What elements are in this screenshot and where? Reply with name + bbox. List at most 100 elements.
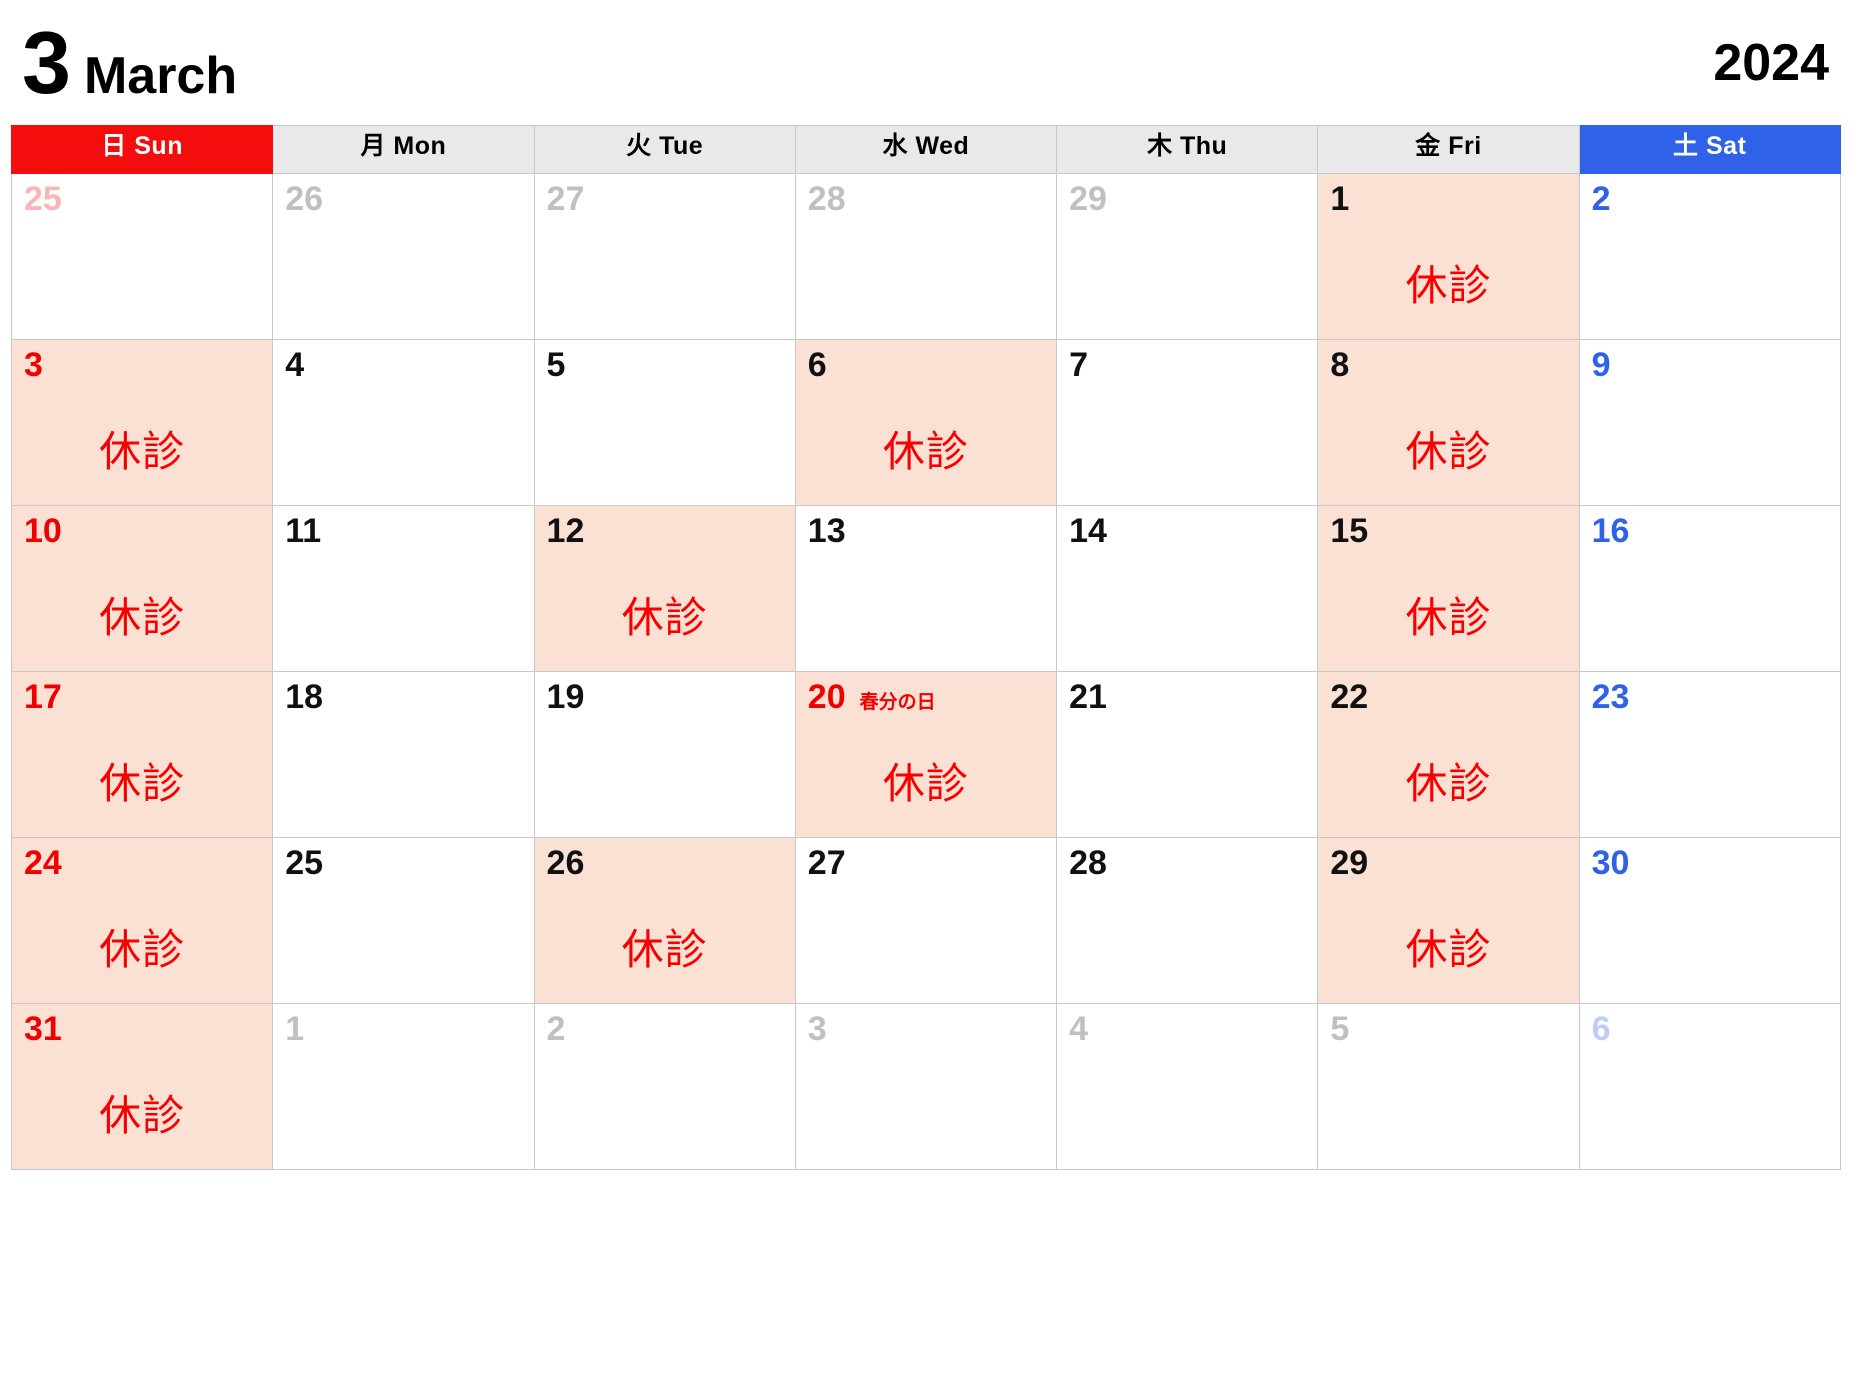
calendar-head: 日 Sun 月 Mon 火 Tue 水 Wed 木 Thu 金 Fri 土 Sat — [10, 125, 1841, 174]
calendar-day-cell[interactable]: 5 — [533, 339, 796, 506]
day-number-row: 10 — [12, 506, 272, 550]
calendar-day-cell[interactable]: 4 — [1056, 1003, 1319, 1170]
closed-mark: 休診 — [1405, 759, 1492, 808]
calendar-day-cell[interactable]: 21 — [1056, 671, 1319, 838]
day-number-row: 13 — [796, 506, 1056, 550]
day-number: 5 — [1330, 1010, 1350, 1048]
calendar-day-cell[interactable]: 28 — [794, 173, 1058, 340]
calendar-day-cell[interactable]: 5 — [1317, 1003, 1580, 1170]
calendar-day-cell[interactable]: 11 — [272, 505, 535, 672]
weekday-header-wed: 水 Wed — [794, 125, 1058, 174]
calendar-day-cell[interactable]: 8 休診 — [1317, 339, 1580, 506]
day-number-row: 28 — [796, 174, 1056, 218]
closed-mark: 休診 — [621, 593, 708, 642]
day-number-row: 21 — [1057, 672, 1317, 716]
day-number-row: 19 — [535, 672, 795, 716]
calendar-day-cell[interactable]: 6 — [1578, 1003, 1841, 1170]
day-number: 6 — [807, 346, 827, 384]
calendar-day-cell[interactable]: 10 休診 — [10, 505, 274, 672]
calendar-week-row: 10 休診 11 12 休診 13 14 15 休診 16 — [10, 505, 1841, 672]
calendar-day-cell[interactable]: 23 — [1578, 671, 1841, 838]
calendar-day-cell[interactable]: 13 — [794, 505, 1058, 672]
day-number-row: 30 — [1580, 838, 1840, 882]
calendar-day-cell[interactable]: 19 — [533, 671, 796, 838]
day-number-row: 5 — [1318, 1004, 1578, 1048]
closed-mark: 休診 — [1405, 427, 1492, 476]
calendar-day-cell[interactable]: 20 春分の日 休診 — [794, 671, 1058, 838]
calendar-day-cell[interactable]: 16 — [1578, 505, 1841, 672]
closed-mark: 休診 — [99, 925, 186, 974]
day-number: 30 — [1591, 844, 1630, 882]
weekday-header-fri: 金 Fri — [1317, 125, 1580, 174]
day-number-row: 24 — [12, 838, 272, 882]
calendar-day-cell[interactable]: 3 休診 — [10, 339, 274, 506]
calendar-day-cell[interactable]: 30 — [1578, 837, 1841, 1004]
day-number-row: 16 — [1580, 506, 1840, 550]
calendar-day-cell[interactable]: 17 休診 — [10, 671, 274, 838]
calendar-day-cell[interactable]: 15 休診 — [1317, 505, 1580, 672]
day-number-row: 7 — [1057, 340, 1317, 384]
day-number-row: 23 — [1580, 672, 1840, 716]
closed-mark: 休診 — [1405, 261, 1492, 310]
calendar-day-cell[interactable]: 29 休診 — [1317, 837, 1580, 1004]
calendar-day-cell[interactable]: 28 — [1056, 837, 1319, 1004]
day-number: 27 — [807, 844, 846, 882]
weekday-header-row: 日 Sun 月 Mon 火 Tue 水 Wed 木 Thu 金 Fri 土 Sat — [10, 125, 1841, 174]
calendar-day-cell[interactable]: 1 休診 — [1317, 173, 1580, 340]
day-number-row: 22 — [1318, 672, 1578, 716]
calendar-day-cell[interactable]: 9 — [1578, 339, 1841, 506]
day-number: 12 — [546, 512, 585, 550]
calendar-day-cell[interactable]: 12 休診 — [533, 505, 796, 672]
weekday-header-tue: 火 Tue — [533, 125, 796, 174]
calendar-page: 3 March 2024 日 Sun 月 Mon 火 Tue 水 Wed 木 Thu 金 … — [0, 0, 1851, 1397]
day-number: 4 — [285, 346, 305, 384]
closed-mark: 休診 — [882, 759, 969, 808]
calendar-day-cell[interactable]: 14 — [1056, 505, 1319, 672]
calendar-day-cell[interactable]: 1 — [272, 1003, 535, 1170]
year-label: 2024 — [1713, 33, 1829, 92]
calendar-day-cell[interactable]: 22 休診 — [1317, 671, 1580, 838]
calendar-day-cell[interactable]: 25 — [10, 173, 274, 340]
day-number: 24 — [24, 844, 62, 882]
calendar-day-cell[interactable]: 31 休診 — [10, 1003, 274, 1170]
day-number: 3 — [807, 1010, 827, 1048]
calendar-day-cell[interactable]: 2 — [1578, 173, 1841, 340]
day-number-row: 6 — [1580, 1004, 1840, 1048]
calendar-day-cell[interactable]: 6 休診 — [794, 339, 1058, 506]
calendar-body: 25 26 27 28 29 1 休診 2 3 休診 4 5 6 休診 7 8 休診 9 10 休診 11 12 休診 13 1… — [10, 173, 1841, 1170]
calendar-day-cell[interactable]: 3 — [794, 1003, 1058, 1170]
day-number: 16 — [1591, 512, 1630, 550]
calendar-day-cell[interactable]: 18 — [272, 671, 535, 838]
calendar-day-cell[interactable]: 4 — [272, 339, 535, 506]
day-number-row: 2 — [1580, 174, 1840, 218]
weekday-header-sun: 日 Sun — [10, 125, 274, 174]
calendar-day-cell[interactable]: 29 — [1056, 173, 1319, 340]
day-number: 18 — [285, 678, 324, 716]
calendar-day-cell[interactable]: 7 — [1056, 339, 1319, 506]
weekday-header-sat: 土 Sat — [1578, 125, 1841, 174]
closed-mark: 休診 — [99, 427, 186, 476]
day-number-row: 17 — [12, 672, 272, 716]
weekday-header-thu: 木 Thu — [1056, 125, 1319, 174]
day-number: 22 — [1330, 678, 1369, 716]
day-number-row: 3 — [12, 340, 272, 384]
calendar-day-cell[interactable]: 25 — [272, 837, 535, 1004]
calendar-week-row: 3 休診 4 5 6 休診 7 8 休診 9 — [10, 339, 1841, 506]
calendar-day-cell[interactable]: 27 — [794, 837, 1058, 1004]
calendar-week-row: 25 26 27 28 29 1 休診 2 — [10, 173, 1841, 340]
day-number: 2 — [1591, 180, 1611, 218]
closed-mark: 休診 — [99, 759, 186, 808]
day-number: 26 — [285, 180, 324, 218]
calendar-day-cell[interactable]: 27 — [533, 173, 796, 340]
calendar-day-cell[interactable]: 26 休診 — [533, 837, 796, 1004]
day-number-row: 5 — [535, 340, 795, 384]
day-number-row: 25 — [12, 174, 272, 218]
calendar-day-cell[interactable]: 26 — [272, 173, 535, 340]
day-number: 6 — [1591, 1010, 1611, 1048]
calendar-day-cell[interactable]: 2 — [533, 1003, 796, 1170]
day-number-row: 14 — [1057, 506, 1317, 550]
calendar-day-cell[interactable]: 24 休診 — [10, 837, 274, 1004]
day-number-row: 1 — [273, 1004, 533, 1048]
day-number-row: 31 — [12, 1004, 272, 1048]
day-number-row: 27 — [796, 838, 1056, 882]
